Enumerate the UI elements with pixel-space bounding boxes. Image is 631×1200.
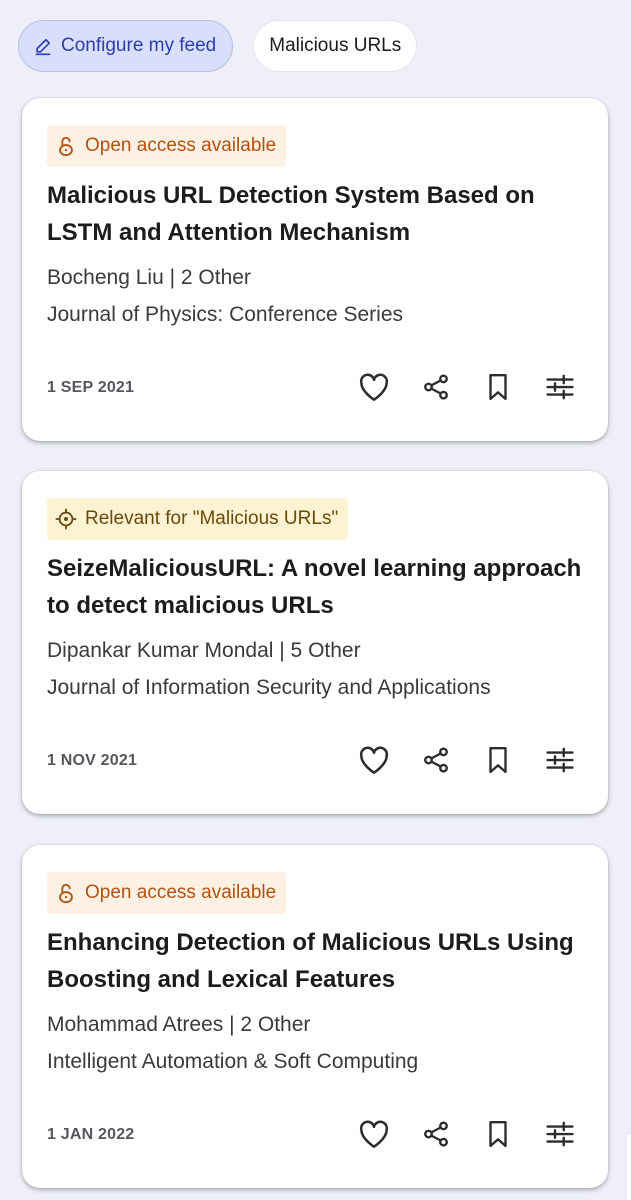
scroll-edge-strip: [627, 1135, 631, 1200]
open-access-badge: Open access available: [47, 872, 287, 914]
sliders-icon: [545, 745, 575, 775]
article-date: 1 NOV 2021: [47, 752, 138, 769]
article-date: 1 SEP 2021: [47, 379, 135, 396]
article-card[interactable]: Open access available Malicious URL Dete…: [22, 98, 608, 441]
open-lock-icon: [55, 135, 77, 157]
configure-feed-button[interactable]: Configure my feed: [18, 20, 234, 72]
bookmark-icon: [485, 745, 511, 775]
article-actions: [356, 742, 578, 778]
bookmark-button[interactable]: [480, 1116, 516, 1152]
like-button[interactable]: [356, 742, 392, 778]
article-card[interactable]: Relevant for "Malicious URLs" SeizeMalic…: [22, 471, 608, 814]
article-title[interactable]: SeizeMaliciousURL: A novel learning appr…: [47, 550, 587, 624]
article-journal: Journal of Information Security and Appl…: [47, 676, 491, 699]
article-actions: [356, 369, 578, 405]
relevance-badge: Relevant for "Malicious URLs": [47, 498, 349, 540]
badge-label: Relevant for "Malicious URLs": [85, 508, 339, 529]
bookmark-button[interactable]: [480, 369, 516, 405]
configure-feed-label: Configure my feed: [61, 35, 217, 56]
share-button[interactable]: [418, 1116, 454, 1152]
more-options-button[interactable]: [542, 369, 578, 405]
topic-chip-label: Malicious URLs: [269, 35, 402, 56]
share-icon: [421, 372, 451, 402]
article-title[interactable]: Enhancing Detection of Malicious URLs Us…: [47, 924, 587, 998]
sliders-icon: [545, 372, 575, 402]
heart-icon: [358, 372, 390, 402]
article-title[interactable]: Malicious URL Detection System Based on …: [47, 177, 587, 251]
badge-label: Open access available: [85, 882, 277, 903]
heart-icon: [358, 745, 390, 775]
share-icon: [421, 1119, 451, 1149]
open-lock-icon: [55, 882, 77, 904]
filter-chips: Configure my feed Malicious URLs: [18, 20, 418, 72]
article-card[interactable]: Open access available Enhancing Detectio…: [22, 845, 608, 1188]
article-authors: Mohammad Atrees | 2 Other: [47, 1013, 311, 1036]
like-button[interactable]: [356, 369, 392, 405]
bookmark-icon: [485, 1119, 511, 1149]
share-icon: [421, 745, 451, 775]
more-options-button[interactable]: [542, 742, 578, 778]
pencil-icon: [33, 36, 53, 56]
article-journal: Journal of Physics: Conference Series: [47, 303, 404, 326]
article-date: 1 JAN 2022: [47, 1126, 135, 1143]
open-access-badge: Open access available: [47, 125, 287, 167]
bookmark-button[interactable]: [480, 742, 516, 778]
article-journal: Intelligent Automation & Soft Computing: [47, 1050, 419, 1073]
article-authors: Dipankar Kumar Mondal | 5 Other: [47, 639, 361, 662]
article-authors: Bocheng Liu | 2 Other: [47, 266, 251, 289]
article-actions: [356, 1116, 578, 1152]
sliders-icon: [545, 1119, 575, 1149]
badge-label: Open access available: [85, 135, 277, 156]
target-icon: [55, 508, 77, 530]
more-options-button[interactable]: [542, 1116, 578, 1152]
share-button[interactable]: [418, 742, 454, 778]
share-button[interactable]: [418, 369, 454, 405]
heart-icon: [358, 1119, 390, 1149]
bookmark-icon: [485, 372, 511, 402]
topic-chip-malicious-urls[interactable]: Malicious URLs: [253, 20, 418, 72]
like-button[interactable]: [356, 1116, 392, 1152]
